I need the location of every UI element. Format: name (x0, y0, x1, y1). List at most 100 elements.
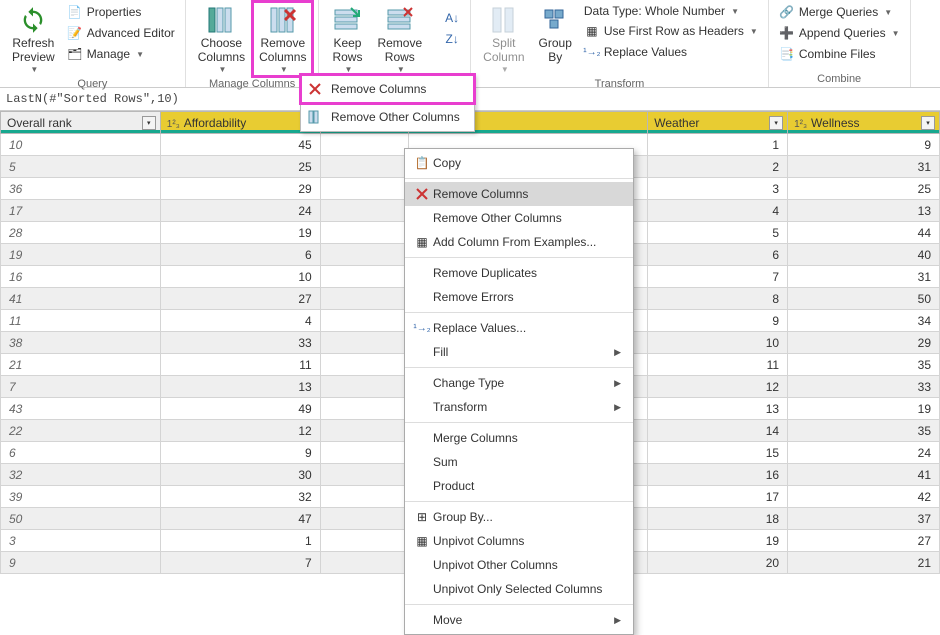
col-header-weather[interactable]: Weather▾ (648, 112, 788, 134)
cell[interactable]: 6 (160, 244, 320, 266)
cell[interactable]: 10 (648, 332, 788, 354)
cell[interactable]: 5 (648, 222, 788, 244)
remove-columns-button[interactable]: Remove Columns▼ (253, 2, 312, 76)
cell[interactable]: 19 (648, 530, 788, 552)
split-column-button[interactable]: Split Column▼ (477, 2, 530, 76)
cell[interactable]: 14 (648, 420, 788, 442)
remove-rows-button[interactable]: Remove Rows▼ (371, 2, 428, 76)
cell[interactable]: 7 (648, 266, 788, 288)
ctx-product[interactable]: Product (405, 474, 633, 498)
cell[interactable]: 17 (1, 200, 161, 222)
cell[interactable]: 47 (160, 508, 320, 530)
cell[interactable]: 3 (1, 530, 161, 552)
ctx-unpivot-selected[interactable]: Unpivot Only Selected Columns (405, 577, 633, 601)
ctx-remove-duplicates[interactable]: Remove Duplicates (405, 261, 633, 285)
ctx-transform[interactable]: Transform▶ (405, 395, 633, 419)
cell[interactable]: 30 (160, 464, 320, 486)
cell[interactable]: 21 (1, 354, 161, 376)
cell[interactable]: 35 (788, 420, 940, 442)
manage-button[interactable]: 🗂Manage▼ (63, 44, 179, 64)
cell[interactable] (320, 376, 408, 398)
cell[interactable] (320, 134, 408, 156)
cell[interactable] (320, 420, 408, 442)
ctx-remove-errors[interactable]: Remove Errors (405, 285, 633, 309)
cell[interactable]: 1 (648, 134, 788, 156)
replace-values-button[interactable]: ¹→₂Replace Values (580, 42, 762, 62)
cell[interactable]: 11 (648, 354, 788, 376)
ctx-copy[interactable]: 📋Copy (405, 151, 633, 175)
cell[interactable]: 29 (788, 332, 940, 354)
ctx-add-column-examples[interactable]: ▦Add Column From Examples... (405, 230, 633, 254)
cell[interactable]: 36 (1, 178, 161, 200)
ctx-remove-other-columns[interactable]: Remove Other Columns (405, 206, 633, 230)
cell[interactable]: 22 (1, 420, 161, 442)
cell[interactable]: 25 (160, 156, 320, 178)
cell[interactable]: 20 (648, 552, 788, 574)
cell[interactable]: 40 (788, 244, 940, 266)
col-header-wellness[interactable]: 1²₃Wellness▾ (788, 112, 940, 134)
cell[interactable]: 50 (1, 508, 161, 530)
cell[interactable]: 28 (1, 222, 161, 244)
sort-asc-button[interactable]: A↓ (440, 8, 464, 28)
cell[interactable]: 5 (1, 156, 161, 178)
cell[interactable]: 9 (160, 442, 320, 464)
cell[interactable] (320, 156, 408, 178)
cell[interactable]: 6 (648, 244, 788, 266)
cell[interactable]: 16 (648, 464, 788, 486)
cell[interactable]: 35 (788, 354, 940, 376)
cell[interactable] (320, 200, 408, 222)
keep-rows-button[interactable]: Keep Rows▼ (325, 2, 369, 76)
ctx-unpivot-other[interactable]: Unpivot Other Columns (405, 553, 633, 577)
cell[interactable]: 33 (788, 376, 940, 398)
sort-desc-button[interactable]: Z↓ (440, 29, 464, 49)
col-header-affordability[interactable]: 1²₃Affordability▾ (160, 112, 320, 134)
cell[interactable]: 44 (788, 222, 940, 244)
cell[interactable] (320, 508, 408, 530)
cell[interactable]: 16 (1, 266, 161, 288)
cell[interactable]: 32 (160, 486, 320, 508)
ctx-move[interactable]: Move▶ (405, 608, 633, 632)
cell[interactable]: 24 (788, 442, 940, 464)
cell[interactable] (320, 266, 408, 288)
cell[interactable] (320, 244, 408, 266)
cell[interactable]: 19 (788, 398, 940, 420)
dd-remove-other-columns[interactable]: Remove Other Columns (301, 103, 474, 131)
cell[interactable]: 13 (160, 376, 320, 398)
cell[interactable]: 32 (1, 464, 161, 486)
cell[interactable]: 24 (160, 200, 320, 222)
cell[interactable] (320, 332, 408, 354)
cell[interactable]: 9 (1, 552, 161, 574)
cell[interactable]: 10 (160, 266, 320, 288)
ctx-remove-columns[interactable]: Remove Columns (405, 182, 633, 206)
cell[interactable]: 49 (160, 398, 320, 420)
cell[interactable]: 7 (1, 376, 161, 398)
cell[interactable]: 33 (160, 332, 320, 354)
cell[interactable] (320, 178, 408, 200)
cell[interactable]: 19 (160, 222, 320, 244)
choose-columns-button[interactable]: Choose Columns▼ (192, 2, 251, 76)
filter-icon[interactable]: ▾ (769, 116, 783, 130)
ctx-unpivot[interactable]: ▦Unpivot Columns (405, 529, 633, 553)
cell[interactable]: 45 (160, 134, 320, 156)
cell[interactable]: 38 (1, 332, 161, 354)
cell[interactable]: 19 (1, 244, 161, 266)
cell[interactable]: 43 (1, 398, 161, 420)
cell[interactable]: 29 (160, 178, 320, 200)
cell[interactable] (320, 442, 408, 464)
properties-button[interactable]: 📄Properties (63, 2, 179, 22)
cell[interactable]: 31 (788, 266, 940, 288)
cell[interactable]: 13 (788, 200, 940, 222)
merge-queries-button[interactable]: 🔗Merge Queries▼ (775, 2, 896, 22)
cell[interactable] (320, 530, 408, 552)
cell[interactable] (320, 486, 408, 508)
cell[interactable]: 34 (788, 310, 940, 332)
append-queries-button[interactable]: ➕Append Queries▼ (775, 23, 904, 43)
cell[interactable]: 27 (788, 530, 940, 552)
cell[interactable] (320, 222, 408, 244)
cell[interactable]: 11 (160, 354, 320, 376)
cell[interactable] (320, 398, 408, 420)
ctx-merge-columns[interactable]: Merge Columns (405, 426, 633, 450)
refresh-preview-button[interactable]: Refresh Preview▼ (6, 2, 61, 76)
dd-remove-columns[interactable]: Remove Columns (301, 75, 474, 103)
cell[interactable]: 13 (648, 398, 788, 420)
